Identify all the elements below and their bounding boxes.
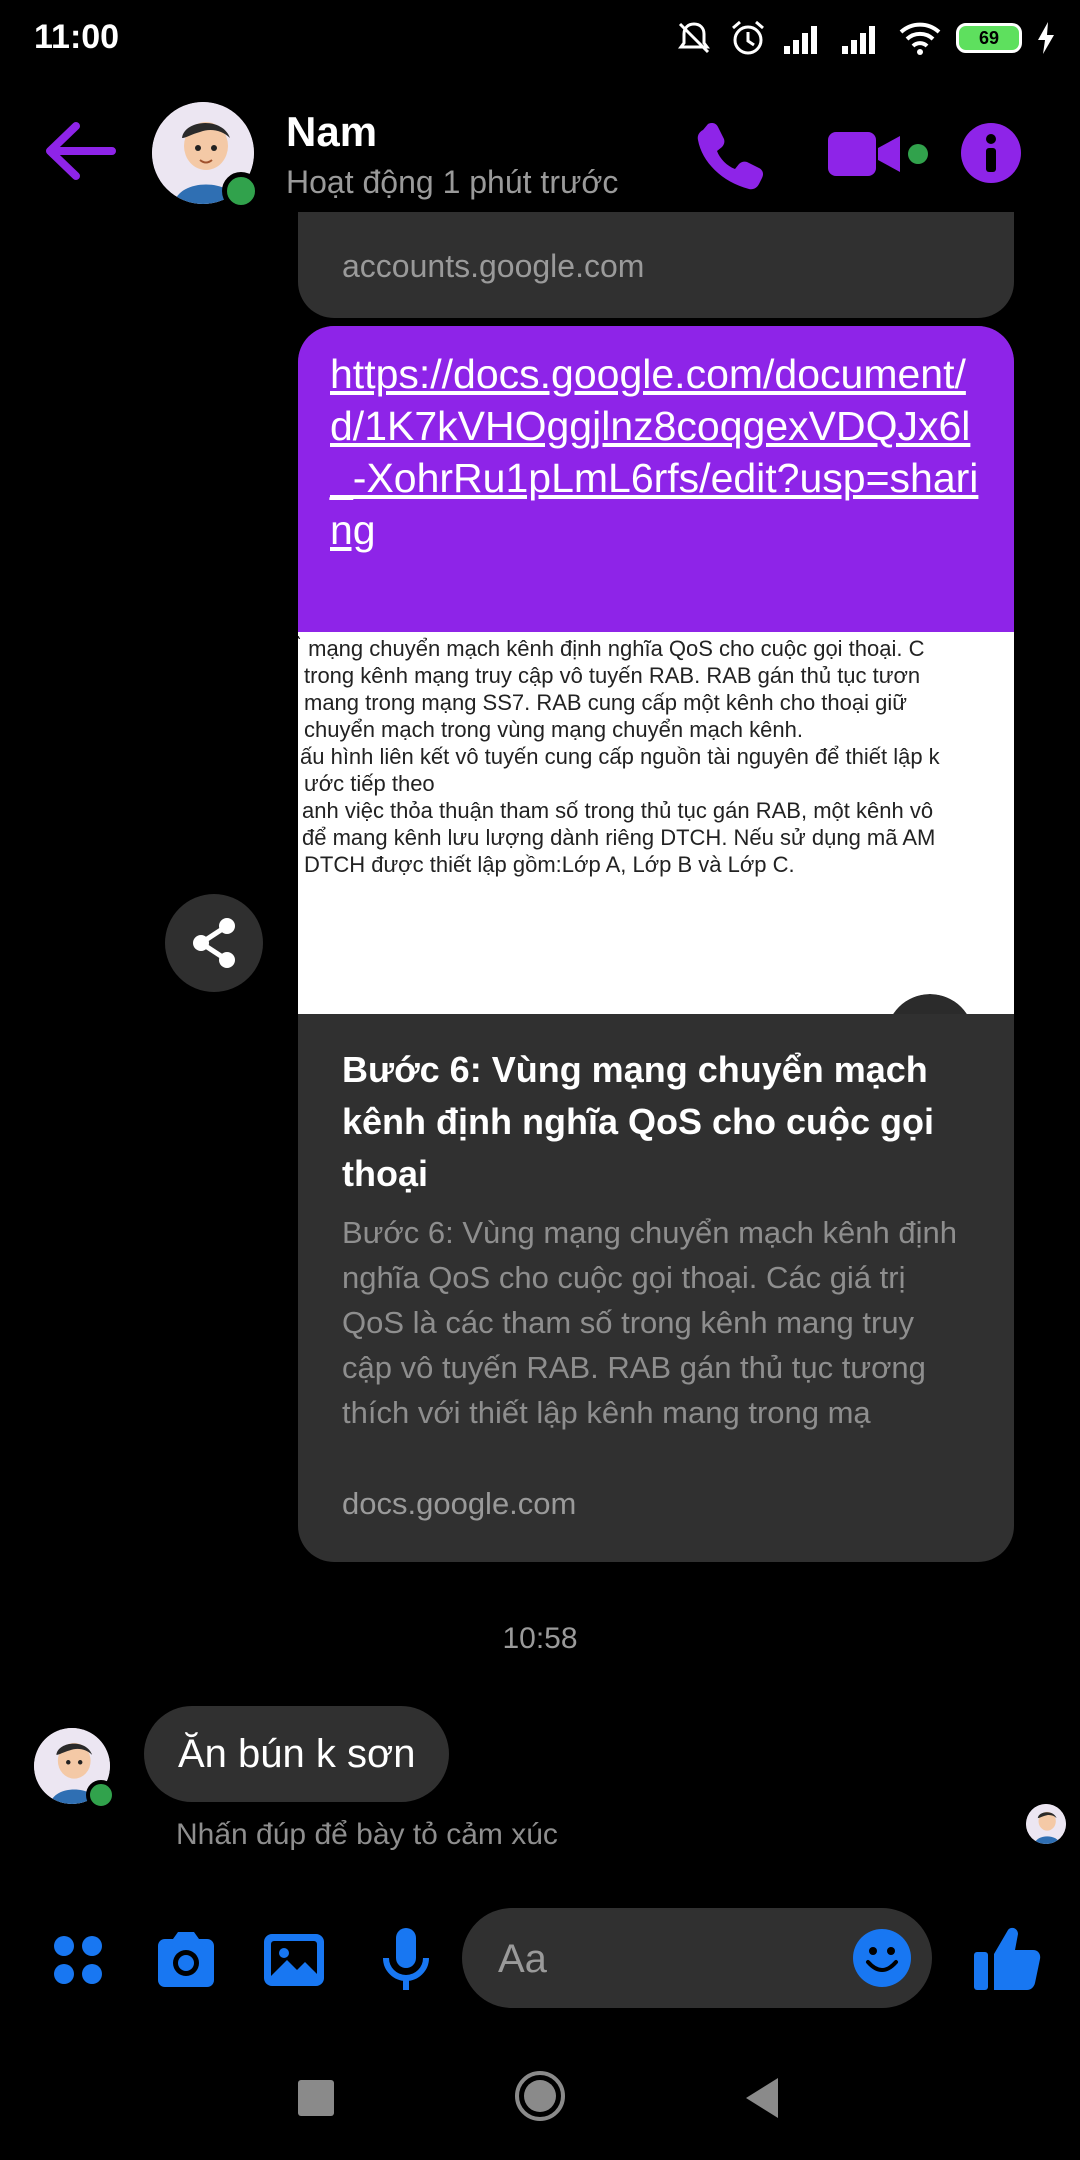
link-message-card[interactable]: https://docs.google.com/document/d/1K7kV…: [298, 326, 1014, 1562]
microphone-icon[interactable]: [370, 1924, 442, 1996]
status-icons: 69: [674, 14, 1056, 62]
camera-icon[interactable]: [150, 1924, 222, 1996]
preview-text-line: ước tiếp theo: [304, 771, 435, 796]
contact-active-status: Hoạt động 1 phút trước: [286, 164, 619, 200]
link-preview-image[interactable]: ̀ mạng chuyển mạch kênh định nghĩa QoS c…: [298, 632, 1014, 1014]
home-button[interactable]: [514, 2070, 566, 2122]
apps-grid-icon[interactable]: [42, 1924, 114, 1996]
alarm-icon: [732, 20, 764, 55]
back-arrow-icon[interactable]: [40, 118, 120, 184]
preview-text-line: trong kênh mạng truy cập vô tuyến RAB. R…: [304, 663, 921, 688]
link-message-bubble[interactable]: https://docs.google.com/document/d/1K7kV…: [298, 326, 1014, 632]
image-icon[interactable]: [258, 1924, 330, 1996]
recent-apps-button[interactable]: [298, 2080, 334, 2116]
message-timestamp: 10:58: [502, 1622, 578, 1655]
video-camera-icon[interactable]: [826, 126, 934, 182]
signal-icon-2: [842, 26, 875, 54]
preview-info-icon[interactable]: [886, 994, 974, 1014]
online-indicator: [222, 172, 260, 210]
preview-text-line: chuyển mạch trong vùng mạng chuyển mạch …: [304, 717, 803, 742]
link-preview-title[interactable]: Bước 6: Vùng mạng chuyển mạch kênh định …: [342, 1044, 972, 1200]
message-link[interactable]: https://docs.google.com/document/d/1K7kV…: [330, 348, 990, 556]
mute-notifications-icon: [678, 22, 710, 54]
message-input[interactable]: [496, 1926, 830, 1992]
sender-online-indicator: [86, 1780, 116, 1810]
thumbs-up-icon[interactable]: [970, 1920, 1046, 1996]
previous-link-domain: accounts.google.com: [342, 248, 645, 284]
preview-text-line: anh việc thỏa thuận tham số trong thủ tụ…: [302, 798, 934, 823]
wifi-icon: [899, 22, 941, 55]
contact-name[interactable]: Nam: [286, 108, 377, 156]
info-icon[interactable]: [960, 122, 1022, 184]
phone-icon[interactable]: [694, 118, 766, 190]
preview-text-line: để mang kênh lưu lượng dành riêng DTCH. …: [302, 825, 936, 850]
link-preview-description: Bước 6: Vùng mạng chuyển mạch kênh định …: [342, 1215, 957, 1430]
preview-text-line: DTCH được thiết lập gồm:Lớp A, Lớp B và …: [304, 852, 795, 877]
incoming-message-bubble[interactable]: Ăn bún k sơn: [144, 1706, 450, 1802]
preview-text-line: mang trong mạng SS7. RAB cung cấp một kê…: [304, 690, 907, 715]
share-button[interactable]: [165, 894, 263, 992]
battery-indicator: 69: [956, 23, 1022, 53]
message-composer[interactable]: [462, 1908, 932, 2008]
signal-icon: [784, 26, 817, 54]
charging-icon: [1038, 22, 1054, 54]
nav-back-button[interactable]: [742, 2076, 782, 2120]
status-time: 11:00: [34, 18, 120, 56]
share-icon: [193, 918, 235, 968]
link-preview-domain: docs.google.com: [342, 1486, 577, 1521]
preview-text-line: ̀ mạng chuyển mạch kênh định nghĩa QoS c…: [302, 636, 925, 661]
reaction-hint: Nhấn đúp để bày tỏ cảm xúc: [176, 1818, 558, 1851]
seen-receipt-avatar: [1026, 1804, 1066, 1844]
preview-text-line: ấu hình liên kết vô tuyến cung cấp nguồn…: [300, 744, 940, 769]
emoji-icon[interactable]: [852, 1928, 912, 1988]
